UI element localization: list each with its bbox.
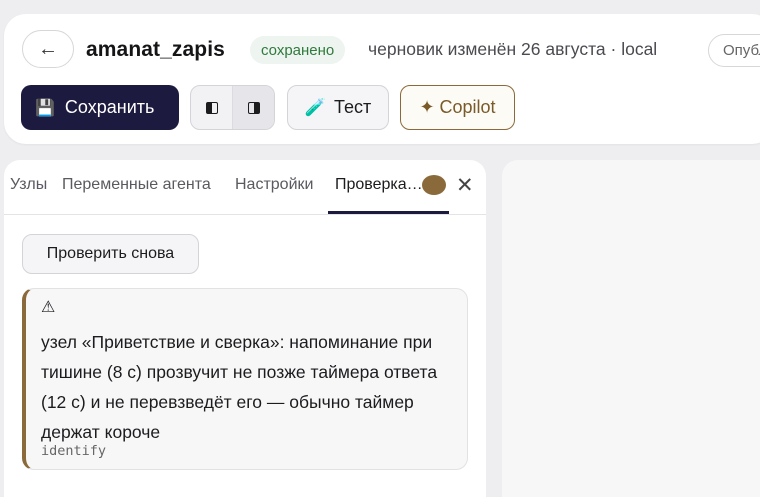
- test-button-label: Тест: [333, 97, 372, 117]
- right-pane-icon: [247, 101, 260, 114]
- canvas-panel: [502, 160, 760, 497]
- issue-message: узел «Приветствие и сверка»: напоминание…: [41, 332, 438, 442]
- top-bar: ← amanat_zapis сохранено черновик изменё…: [4, 14, 760, 144]
- floppy-disk-icon: 💾: [35, 99, 55, 117]
- tab-settings[interactable]: Настройки: [235, 176, 321, 194]
- status-dot: [422, 175, 446, 195]
- tab-validation[interactable]: Проверка…: [335, 176, 423, 194]
- back-button[interactable]: ←: [22, 30, 74, 68]
- recheck-button[interactable]: Проверить снова: [22, 234, 199, 274]
- left-pane-icon: [205, 101, 218, 114]
- status-badge: сохранено: [250, 36, 346, 64]
- publish-button[interactable]: Опубликовать: [708, 34, 760, 67]
- test-button[interactable]: 🧪 Тест: [287, 85, 389, 130]
- save-button-label: Сохранить: [64, 97, 155, 117]
- copilot-button[interactable]: ✦ Copilot: [400, 85, 515, 130]
- issue-code: identify: [41, 443, 107, 459]
- active-tab-indicator: [328, 211, 449, 214]
- test-tube-icon: 🧪: [304, 97, 326, 117]
- warning-icon: ⚠: [41, 299, 56, 316]
- tab-agent-variables[interactable]: Переменные агента: [62, 176, 225, 194]
- page-title: amanat_zapis: [86, 38, 225, 61]
- layout-left-pane-button[interactable]: [191, 86, 232, 129]
- layout-right-pane-button[interactable]: [232, 86, 274, 129]
- tab-nodes[interactable]: Узлы: [10, 176, 50, 194]
- issue-card: ⚠ узел «Приветствие и сверка»: напоминан…: [22, 288, 468, 470]
- close-icon[interactable]: ✕: [456, 173, 474, 198]
- panel-tabs: Узлы Переменные агента Настройки Проверк…: [4, 160, 486, 215]
- arrow-left-icon: ←: [38, 37, 58, 60]
- draft-status-text: черновик изменён 26 августа · local: [368, 39, 658, 59]
- layout-toggle: [190, 85, 275, 130]
- left-panel: Узлы Переменные агента Настройки Проверк…: [4, 160, 486, 497]
- save-button[interactable]: 💾 Сохранить: [21, 85, 179, 130]
